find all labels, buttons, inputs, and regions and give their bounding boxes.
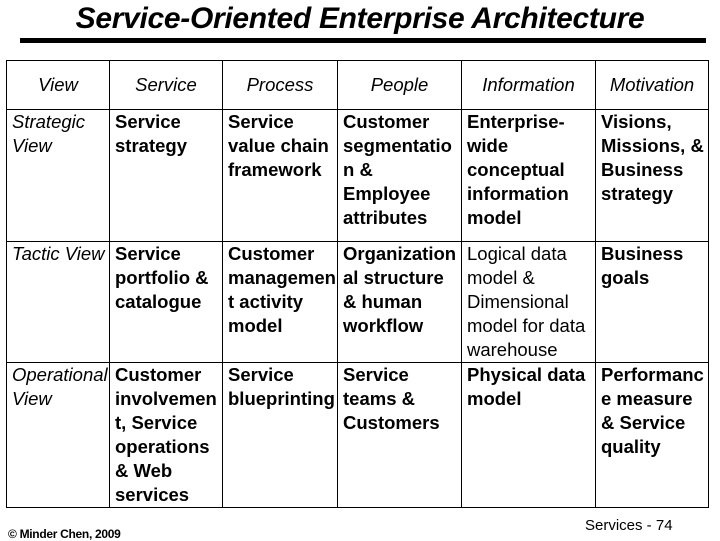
table-cell: Visions, Missions, & Business strategy xyxy=(595,109,709,242)
table-cell: Physical data model xyxy=(461,362,596,508)
row-header: Operational View xyxy=(6,362,110,508)
copyright-notice: © Minder Chen, 2009 xyxy=(8,527,121,541)
table-row: Strategic View Service strategy Service … xyxy=(6,109,709,242)
slide-number: Services - 74 xyxy=(585,517,673,534)
column-header: Service xyxy=(109,60,223,110)
table-cell: Logical data model & Dimensional model f… xyxy=(461,241,596,363)
table-cell: Performance measure & Service quality xyxy=(595,362,709,508)
table-cell: Service teams & Customers xyxy=(337,362,462,508)
column-header: View xyxy=(6,60,110,110)
table-row: Tactic View Service portfolio & catalogu… xyxy=(6,241,709,363)
title-underline xyxy=(20,38,706,43)
table-row: Operational View Customer involvement, S… xyxy=(6,362,709,508)
slide-title: Service-Oriented Enterprise Architecture xyxy=(75,2,645,35)
column-header: Motivation xyxy=(595,60,709,110)
table-cell: Business goals xyxy=(595,241,709,363)
column-header: Process xyxy=(222,60,338,110)
row-header: Tactic View xyxy=(6,241,110,363)
table-cell: Service value chain framework xyxy=(222,109,338,242)
row-header: Strategic View xyxy=(6,109,110,242)
column-header: People xyxy=(337,60,462,110)
table-cell: Service strategy xyxy=(109,109,223,242)
table-cell: Organizational structure & human workflo… xyxy=(337,241,462,363)
header-row: View Service Process People Information … xyxy=(6,60,709,110)
table-cell: Service portfolio & catalogue xyxy=(109,241,223,363)
table-cell: Customer segmentation & Employee attribu… xyxy=(337,109,462,242)
architecture-matrix: View Service Process People Information … xyxy=(6,60,709,508)
table-cell: Service blueprinting xyxy=(222,362,338,508)
column-header: Information xyxy=(461,60,596,110)
table-cell: Customer management activity model xyxy=(222,241,338,363)
table-cell: Enterprise-wide conceptual information m… xyxy=(461,109,596,242)
table-cell: Customer involvement, Service operations… xyxy=(109,362,223,508)
